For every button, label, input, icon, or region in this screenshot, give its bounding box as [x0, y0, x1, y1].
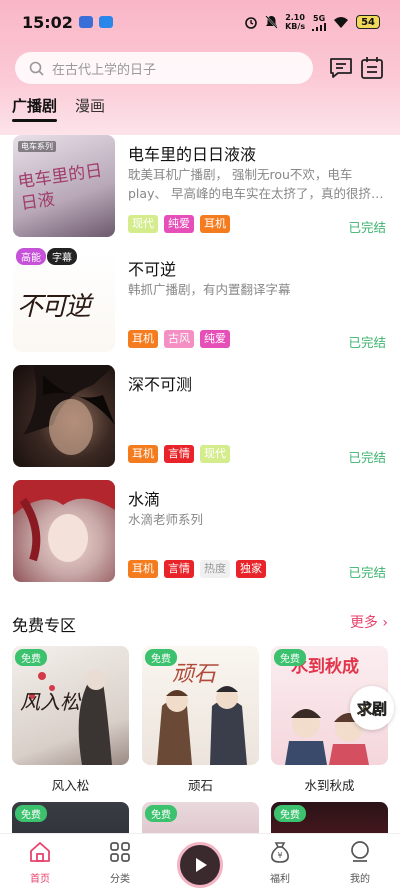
tab-radio-drama[interactable]: 广播剧	[12, 92, 58, 122]
item-description: 耽美耳机广播剧， 强制无rou不欢，电车play、 早高峰的电车实在太挤了，真的…	[128, 167, 384, 201]
free-badge: 免费	[15, 649, 47, 666]
cover-image: 不可逆	[13, 250, 115, 352]
free-badge: 免费	[274, 649, 306, 666]
drama-list: 电车系列 电车里的日日液 电车里的日日液液 耽美耳机广播剧， 强制无rou不欢，…	[0, 135, 400, 595]
more-link[interactable]: 更多 ›	[350, 612, 388, 632]
request-drama-button[interactable]: 求剧	[350, 686, 394, 730]
tag: 耳机	[128, 330, 158, 348]
wifi-icon	[334, 16, 349, 28]
signal-indicator: 5G	[312, 14, 327, 31]
tag-group: 耳机 言情 现代	[128, 445, 230, 463]
profile-icon	[351, 841, 369, 862]
list-item[interactable]: 深不可测 耳机 言情 现代 已完结	[0, 365, 400, 480]
player-button[interactable]	[177, 842, 223, 888]
item-description: 韩抓广播剧，有内置翻译字幕	[128, 282, 291, 297]
chevron-right-icon: ›	[382, 615, 388, 631]
network-speed: 2.10 KB/s	[285, 13, 306, 31]
grid-icon	[110, 842, 130, 862]
free-section-header: 免费专区 更多 ›	[0, 610, 400, 636]
app-notification-icon	[78, 16, 93, 28]
svg-text:¥: ¥	[277, 851, 282, 860]
list-item[interactable]: 不可逆 高能 字幕 不可逆 韩抓广播剧，有内置翻译字幕 耳机 古风 纯爱 已完结	[0, 248, 400, 365]
tag: 耳机	[128, 445, 158, 463]
cover-image: 免费 顽石	[142, 646, 259, 765]
moneybag-icon: ¥	[271, 842, 289, 863]
category-tabs: 广播剧 漫画	[0, 92, 400, 126]
free-item-name: 顽石	[187, 778, 213, 793]
free-item-name: 水到秋成	[304, 778, 355, 793]
free-badge: 免费	[15, 805, 47, 822]
list-item[interactable]: 电车系列 电车里的日日液 电车里的日日液液 耽美耳机广播剧， 强制无rou不欢，…	[0, 135, 400, 250]
tag: 言情	[164, 560, 194, 578]
nav-profile[interactable]: 我的	[330, 840, 390, 885]
tag: 言情	[164, 445, 194, 463]
status-bar: 15:02 2.10 KB/s 5G 54	[0, 0, 400, 44]
free-badge: 免费	[145, 649, 177, 666]
list-item[interactable]: 水滴 水滴老师系列 耳机 言情 热度 独家 已完结	[0, 480, 400, 595]
search-icon	[29, 61, 44, 76]
tag: 耳机	[128, 560, 158, 578]
badge-subtitles: 字幕	[47, 248, 77, 265]
tag: 独家	[236, 560, 266, 578]
nav-home[interactable]: 首页	[10, 840, 70, 885]
free-item-name: 风入松	[51, 778, 90, 793]
calendar-icon[interactable]	[359, 55, 385, 81]
cover-image: 免费 风入松	[12, 646, 129, 765]
item-title: 深不可测	[128, 375, 193, 394]
tag-group: 耳机 言情 热度 独家	[128, 560, 266, 578]
search-input[interactable]: 在古代上学的日子	[52, 59, 156, 78]
status-label: 已完结	[348, 335, 386, 350]
tag: 古风	[164, 330, 194, 348]
status-label: 已完结	[348, 220, 386, 235]
nav-category[interactable]: 分类	[90, 840, 150, 885]
cover-image	[13, 480, 115, 582]
tag-group: 现代 纯爱 耳机	[128, 215, 230, 233]
bottom-navigation: 首页 分类 ¥ 福利 我的	[0, 833, 400, 889]
battery-indicator: 54	[356, 15, 380, 29]
app-notification-icon	[98, 16, 113, 28]
mute-icon	[265, 15, 278, 29]
free-badge: 免费	[274, 805, 306, 822]
item-title: 不可逆	[128, 260, 177, 279]
tag: 纯爱	[164, 215, 194, 233]
section-title: 免费专区	[12, 616, 77, 635]
search-bar[interactable]: 在古代上学的日子	[15, 52, 313, 84]
cover-image	[13, 365, 115, 467]
tag: 耳机	[200, 215, 230, 233]
home-icon	[30, 842, 50, 862]
badge-high-energy: 高能	[16, 248, 46, 265]
cover-image: 电车系列 电车里的日日液	[13, 135, 115, 237]
tag: 纯爱	[200, 330, 230, 348]
free-item-card[interactable]: 免费 风入松 风入松	[12, 646, 129, 794]
status-label: 已完结	[348, 565, 386, 580]
tab-comics[interactable]: 漫画	[75, 92, 105, 122]
status-label: 已完结	[348, 450, 386, 465]
message-icon[interactable]	[328, 55, 354, 81]
status-time: 15:02	[22, 12, 73, 32]
alarm-icon	[245, 17, 257, 29]
tag-group: 耳机 古风 纯爱	[128, 330, 230, 348]
nav-welfare[interactable]: ¥ 福利	[250, 840, 310, 885]
item-title: 水滴	[128, 490, 161, 509]
tag: 现代	[128, 215, 158, 233]
tag: 现代	[200, 445, 230, 463]
item-title: 电车里的日日液液	[128, 145, 257, 164]
play-icon	[196, 858, 207, 872]
item-description: 水滴老师系列	[128, 512, 204, 527]
free-badge: 免费	[145, 805, 177, 822]
tag: 热度	[200, 560, 230, 578]
free-item-card[interactable]: 免费 顽石 顽石	[142, 646, 259, 794]
